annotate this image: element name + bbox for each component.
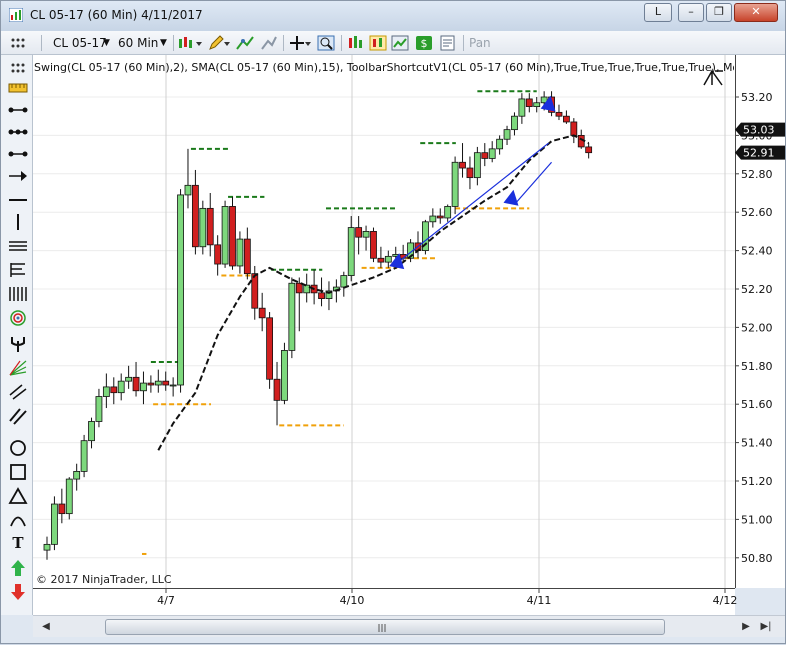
candle-body [266,317,274,380]
price-tick-label: 51.00 [741,513,773,526]
sma-line [157,134,590,451]
candle-body [525,98,533,107]
candle-body [162,380,170,386]
price-tick-label: 51.60 [741,398,773,411]
chart-window: CL 05-17 (60 Min) 4/11/2017 L – ❐ ✕ CL 0… [0,0,786,644]
copyright-text: © 2017 NinjaTrader, LLC [36,573,172,586]
candle-body [110,386,118,394]
candle-body [362,230,370,238]
candle-body [95,396,103,422]
candle-body [125,376,133,382]
candle-body [199,207,207,248]
date-tick-label: 4/7 [157,594,175,607]
price-tick-label: 51.80 [741,360,773,373]
candle-body [281,350,288,401]
candle-body [377,257,385,263]
candle-body [503,129,511,140]
date-tick-label: 4/10 [340,594,365,607]
price-tick-label: 52.60 [741,206,773,219]
candle-body [229,206,236,267]
candle-body [140,382,147,392]
candle-body [117,380,125,394]
price-tick-label: 52.80 [741,168,773,181]
indicator-label: Swing(CL 05-17 (60 Min),2), SMA(CL 05-17… [34,61,734,74]
candle-body [191,184,199,248]
candle-body [496,138,504,150]
candle-body [481,152,489,159]
candle-body [451,161,459,207]
candle-body [251,273,259,309]
candle-body [563,115,570,123]
candle-body [177,194,184,386]
candle-body [318,292,325,299]
candle-body [184,184,192,196]
candle-body [43,543,51,551]
candle-body [73,470,81,480]
candle-body [132,376,140,392]
candle-body [147,382,155,386]
candle-body [570,121,578,136]
scroll-right-arrow-icon[interactable]: ▶ [737,619,755,635]
date-tick-label: 4/12 [713,594,738,607]
candle-body [206,207,214,246]
candle-body [355,227,363,238]
trend-line-drawing [514,161,553,205]
candle-body [555,111,563,117]
candle-body [518,98,526,117]
candle-body [58,503,66,515]
candle-body [243,238,251,275]
candle-body [214,244,222,265]
candle-body [585,146,593,154]
candle-body [154,380,162,386]
candle-body [102,386,110,397]
arrow-marker-drawing [503,189,519,206]
candle-body [429,215,437,223]
candle-body [236,238,244,267]
current-price-badge: 52.91 [743,147,775,160]
price-tick-label: 50.80 [741,552,773,565]
price-tick-label: 51.20 [741,475,773,488]
candle-body [88,421,95,442]
candle-body [511,115,518,131]
candle-body [303,284,311,294]
candle-body [459,161,466,169]
candle-body [288,282,296,351]
candle-body [533,102,541,108]
horizontal-scrollbar[interactable]: ◀ ▶ ▶| [33,615,785,637]
candle-body [347,227,355,276]
candle-body [295,282,303,294]
candle-body [258,307,266,319]
candle-body [51,503,58,545]
candle-body [466,167,474,179]
candle-body [473,152,481,179]
scroll-thumb[interactable] [105,619,665,635]
candle-body [169,384,177,387]
candle-body [488,148,496,159]
price-tick-label: 52.00 [741,321,773,334]
candle-body [273,378,281,401]
last-price-badge: 53.03 [743,124,775,137]
price-tick-label: 51.40 [741,437,773,450]
price-tick-label: 52.40 [741,245,773,258]
candle-body [340,275,348,288]
price-tick-label: 52.20 [741,283,773,296]
date-tick-label: 4/11 [527,594,552,607]
candle-body [221,206,229,265]
price-tick-label: 53.20 [741,91,773,104]
candle-body [384,255,392,263]
trend-line-drawing [395,142,549,265]
candle-body [65,478,73,515]
scroll-end-icon[interactable]: ▶| [757,619,775,635]
candle-body [444,206,452,219]
thumb-grip-icon [378,624,386,632]
candle-body [436,215,444,219]
candle-body [80,440,88,472]
scroll-left-arrow-icon[interactable]: ◀ [37,619,55,635]
candle-body [370,230,377,259]
candlestick-chart: 4/74/104/114/1253.2053.0052.8052.6052.40… [33,55,785,607]
